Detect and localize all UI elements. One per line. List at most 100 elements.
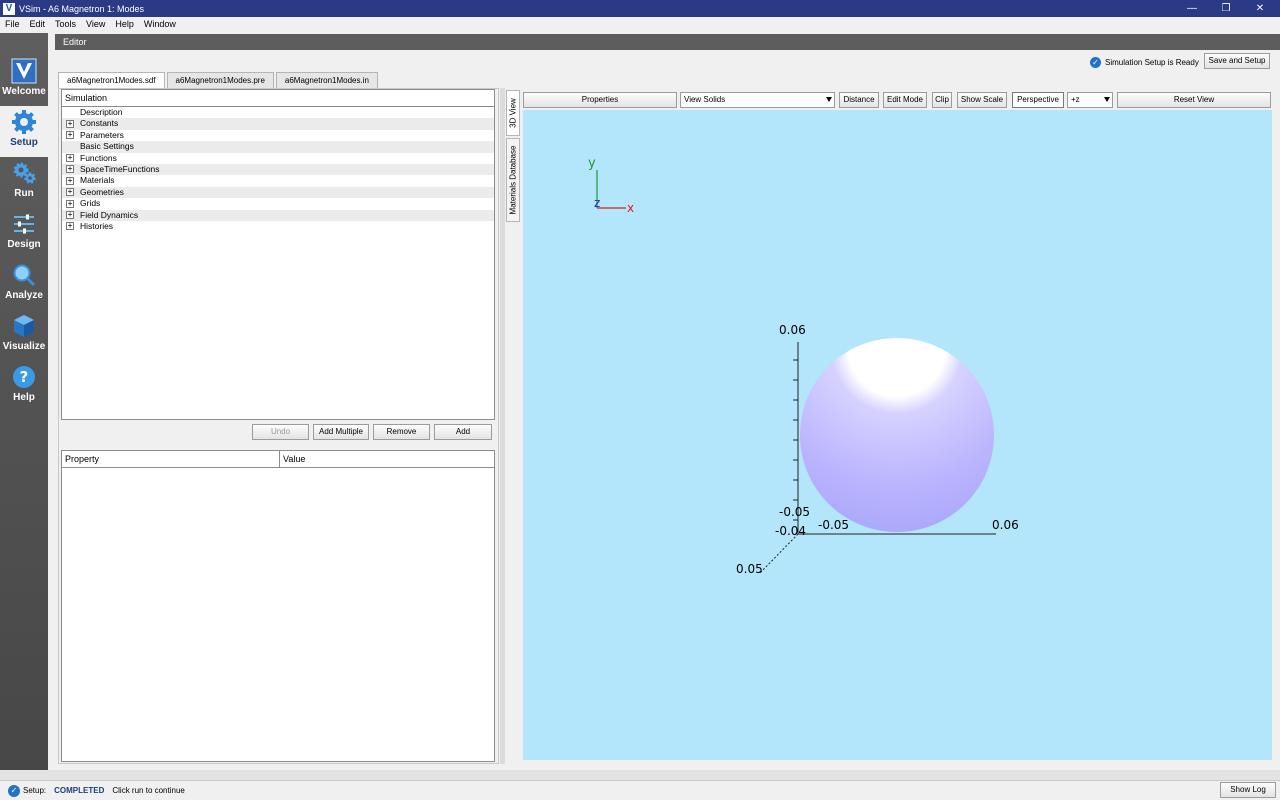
- reset-view-button[interactable]: Reset View: [1117, 92, 1271, 108]
- property-table-header: Property Value: [62, 451, 494, 468]
- add-button[interactable]: Add: [434, 424, 492, 440]
- expand-icon[interactable]: +: [66, 211, 74, 220]
- left-nav: Welcome Setup Run Design Analyze Visuali…: [0, 33, 48, 770]
- title-bar: V VSim - A6 Magnetron 1: Modes — ❐ ✕: [0, 0, 1280, 17]
- nav-visualize-label: Visualize: [2, 341, 46, 352]
- orient-z-label: z: [594, 196, 600, 210]
- nav-run[interactable]: Run: [0, 157, 48, 208]
- show-log-button[interactable]: Show Log: [1220, 782, 1276, 798]
- view-solids-select[interactable]: View Solids: [680, 92, 835, 108]
- menu-tools[interactable]: Tools: [50, 17, 81, 32]
- undo-button[interactable]: Undo: [252, 424, 309, 440]
- expand-icon[interactable]: +: [66, 165, 74, 174]
- view-toolbar: Properties View Solids Distance Edit Mod…: [521, 90, 1273, 109]
- tree-item-label: Constants: [80, 118, 119, 129]
- show-scale-button[interactable]: Show Scale: [957, 92, 1007, 108]
- expand-icon[interactable]: +: [66, 199, 74, 208]
- tree-item-label: Description: [80, 107, 123, 117]
- tab-3d-view-label: 3D View: [508, 98, 518, 128]
- nav-visualize[interactable]: Visualize: [0, 310, 48, 361]
- tree-header: Simulation: [62, 90, 494, 107]
- menu-help[interactable]: Help: [110, 17, 139, 32]
- expand-icon[interactable]: +: [66, 188, 74, 197]
- nav-design-label: Design: [7, 239, 41, 250]
- tab-3d-view[interactable]: 3D View: [506, 90, 520, 136]
- menu-bar: File Edit Tools View Help Window: [0, 17, 1280, 32]
- tab-sdf[interactable]: a6Magnetron1Modes.sdf: [58, 72, 165, 88]
- tree-item[interactable]: + Histories: [62, 221, 494, 232]
- simulation-tree[interactable]: Simulation Description + Constants + Paramet…: [61, 89, 495, 420]
- tree-item[interactable]: + Constants: [62, 118, 494, 130]
- tree-item[interactable]: + SpaceTimeFunctions: [62, 163, 494, 176]
- tree-item[interactable]: + Field Dynamics: [62, 209, 494, 221]
- minimize-icon[interactable]: —: [1175, 0, 1209, 17]
- check-icon: ✓: [8, 784, 20, 797]
- remove-button[interactable]: Remove: [373, 424, 430, 440]
- orientation-axes: y z x: [588, 156, 634, 215]
- axis-select[interactable]: +z: [1067, 92, 1113, 108]
- nav-help[interactable]: ? Help: [0, 361, 48, 412]
- 3d-scene[interactable]: y z x 0.06 -0.05 -0.05 0.06 -0.04 0.05: [523, 110, 1272, 760]
- tree-item[interactable]: Description: [62, 107, 494, 118]
- add-multiple-button[interactable]: Add Multiple: [313, 424, 369, 440]
- nav-setup-label: Setup: [10, 137, 38, 148]
- y-axis-min-label: -0.05: [779, 505, 810, 519]
- horizontal-scrollbar[interactable]: [0, 770, 1280, 780]
- menu-edit[interactable]: Edit: [25, 17, 51, 32]
- tree-item[interactable]: + Geometries: [62, 186, 494, 199]
- z-axis-min-label: -0.04: [775, 524, 806, 538]
- properties-button[interactable]: Properties: [523, 92, 677, 108]
- gears-icon: [13, 162, 36, 184]
- view-solids-value: View Solids: [684, 95, 726, 104]
- expand-icon[interactable]: +: [66, 176, 74, 185]
- menu-window[interactable]: Window: [139, 17, 181, 32]
- tree-item-label: SpaceTimeFunctions: [80, 163, 160, 174]
- tree-item-label: Histories: [80, 220, 114, 231]
- tree-item-label: Materials: [80, 175, 115, 186]
- perspective-toggle[interactable]: Perspective: [1012, 92, 1064, 108]
- expand-icon[interactable]: +: [66, 222, 74, 231]
- z-axis-line: [759, 533, 799, 574]
- orient-y-label: y: [588, 156, 596, 171]
- status-bar: ✓ Setup: COMPLETED Click run to continue: [0, 780, 1280, 800]
- svg-text:?: ?: [20, 368, 29, 386]
- menu-view[interactable]: View: [81, 17, 110, 32]
- expand-icon[interactable]: +: [66, 154, 74, 163]
- close-icon[interactable]: ✕: [1243, 0, 1277, 17]
- tree-item[interactable]: + Parameters: [62, 130, 494, 141]
- nav-design[interactable]: Design: [0, 208, 48, 259]
- nav-analyze[interactable]: Analyze: [0, 259, 48, 310]
- save-and-setup-button[interactable]: Save and Setup: [1204, 53, 1270, 69]
- tree-item-label: Field Dynamics: [80, 209, 139, 220]
- menu-file[interactable]: File: [0, 17, 25, 32]
- property-table[interactable]: Property Value: [61, 450, 495, 762]
- property-column-header[interactable]: Property: [62, 451, 280, 467]
- value-column-header[interactable]: Value: [280, 451, 305, 467]
- 3d-viewport[interactable]: y z x 0.06 -0.05 -0.05 0.06 -0.04 0.05: [523, 110, 1272, 760]
- vsim-app-icon: V: [3, 2, 15, 15]
- tab-pre[interactable]: a6Magnetron1Modes.pre: [166, 72, 274, 88]
- tab-materials-database-label: Materials Database: [508, 145, 518, 215]
- tab-materials-database[interactable]: Materials Database: [506, 138, 520, 222]
- vsim-logo-icon: [11, 58, 37, 84]
- file-tabs: a6Magnetron1Modes.sdf a6Magnetron1Modes.…: [58, 72, 380, 88]
- tree-item[interactable]: + Grids: [62, 198, 494, 209]
- check-icon: ✓: [1090, 56, 1101, 68]
- status-hint: Click run to continue: [112, 786, 185, 795]
- edit-mode-button[interactable]: Edit Mode: [883, 92, 927, 108]
- tab-in[interactable]: a6Magnetron1Modes.in: [275, 72, 378, 88]
- expand-icon[interactable]: +: [66, 131, 74, 140]
- nav-setup[interactable]: Setup: [0, 106, 48, 157]
- y-axis-max-label: 0.06: [779, 323, 806, 337]
- sphere-solid[interactable]: [800, 338, 994, 532]
- clip-button[interactable]: Clip: [932, 92, 952, 108]
- chevron-down-icon: [826, 97, 832, 102]
- tree-item[interactable]: + Functions: [62, 153, 494, 164]
- tree-item[interactable]: Basic Settings: [62, 141, 494, 153]
- tree-item[interactable]: + Materials: [62, 175, 494, 186]
- orient-x-label: x: [627, 201, 634, 215]
- distance-button[interactable]: Distance: [839, 92, 879, 108]
- maximize-icon[interactable]: ❐: [1209, 0, 1243, 17]
- nav-welcome[interactable]: Welcome: [0, 55, 48, 106]
- expand-icon[interactable]: +: [66, 119, 74, 128]
